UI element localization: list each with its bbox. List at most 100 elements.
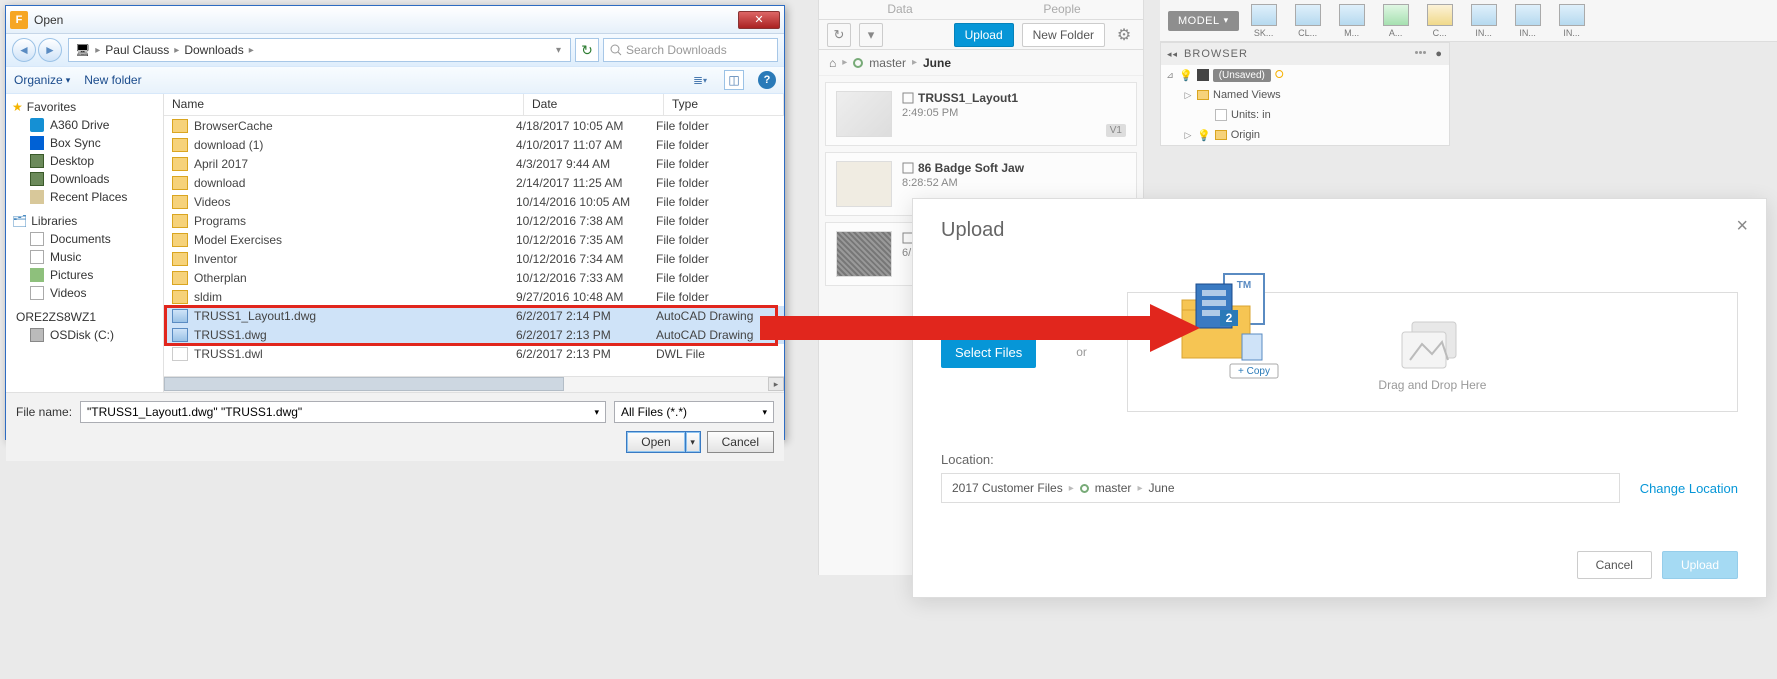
breadcrumb-june[interactable]: June bbox=[923, 56, 951, 70]
breadcrumb-item[interactable]: Paul Clauss bbox=[105, 43, 169, 57]
browser-root[interactable]: ⊿💡(Unsaved)⭘ bbox=[1161, 65, 1449, 85]
file-type: File folder bbox=[656, 157, 776, 171]
sidebar-item-boxsync[interactable]: Box Sync bbox=[6, 134, 163, 152]
browser-header[interactable]: ◂◂BROWSER ● bbox=[1161, 43, 1449, 65]
upload-button[interactable]: Upload bbox=[954, 23, 1014, 47]
search-input[interactable]: Search Downloads bbox=[603, 38, 778, 62]
toolbar-insert[interactable]: IN... bbox=[1509, 4, 1547, 38]
toolbar-construct[interactable]: C... bbox=[1421, 4, 1459, 38]
file-row[interactable]: TRUSS1.dwl 6/2/2017 2:13 PM DWL File bbox=[164, 344, 784, 363]
drop-zone[interactable]: Drag and Drop Here bbox=[1127, 292, 1738, 412]
sidebar-libraries-header[interactable]: 🗂Libraries bbox=[6, 212, 163, 230]
tab-people[interactable]: People bbox=[981, 0, 1143, 19]
sidebar-favorites-header[interactable]: ★Favorites bbox=[6, 98, 163, 116]
sidebar-item-documents[interactable]: Documents bbox=[6, 230, 163, 248]
sort-icon[interactable]: ▾ bbox=[859, 23, 883, 47]
toolbar-assemble[interactable]: A... bbox=[1377, 4, 1415, 38]
file-type: DWL File bbox=[656, 347, 776, 361]
new-folder-button[interactable]: New Folder bbox=[1022, 23, 1105, 47]
open-dropdown[interactable]: ▾ bbox=[685, 431, 701, 453]
new-folder-button[interactable]: New folder bbox=[84, 73, 141, 87]
sidebar-item-a360[interactable]: A360 Drive bbox=[6, 116, 163, 134]
browser-units[interactable]: Units: in bbox=[1161, 105, 1449, 125]
navbar: ◄ ► 🖥 ▸ Paul Clauss ▸ Downloads ▸ ▾ ↻ Se… bbox=[6, 34, 784, 66]
toolbar-modify[interactable]: M... bbox=[1333, 4, 1371, 38]
column-type[interactable]: Type bbox=[664, 94, 784, 115]
file-row[interactable]: Inventor 10/12/2016 7:34 AM File folder bbox=[164, 249, 784, 268]
sidebar-item-videos[interactable]: Videos bbox=[6, 284, 163, 302]
column-name[interactable]: Name bbox=[164, 94, 524, 115]
close-icon[interactable]: × bbox=[1736, 215, 1748, 238]
file-row[interactable]: BrowserCache 4/18/2017 10:05 AM File fol… bbox=[164, 116, 784, 135]
file-filter-dropdown[interactable]: All Files (*.*)▾ bbox=[614, 401, 774, 423]
sidebar-item-desktop[interactable]: Desktop bbox=[6, 152, 163, 170]
toolbar-sketch[interactable]: SK... bbox=[1245, 4, 1283, 38]
file-row[interactable]: TRUSS1.dwg 6/2/2017 2:13 PM AutoCAD Draw… bbox=[164, 325, 784, 344]
sidebar-item-recent[interactable]: Recent Places bbox=[6, 188, 163, 206]
cancel-button[interactable]: Cancel bbox=[707, 431, 774, 453]
model-workspace-dropdown[interactable]: MODEL▾ bbox=[1168, 11, 1239, 31]
file-row[interactable]: sldim 9/27/2016 10:48 AM File folder bbox=[164, 287, 784, 306]
toolbar-create[interactable]: CL... bbox=[1289, 4, 1327, 38]
scroll-thumb[interactable] bbox=[164, 377, 564, 391]
data-panel-item[interactable]: TRUSS1_Layout1 2:49:05 PM V1 bbox=[825, 82, 1137, 146]
file-list[interactable]: BrowserCache 4/18/2017 10:05 AM File fol… bbox=[164, 116, 784, 376]
file-row[interactable]: download (1) 4/10/2017 11:07 AM File fol… bbox=[164, 135, 784, 154]
file-row[interactable]: TRUSS1_Layout1.dwg 6/2/2017 2:14 PM Auto… bbox=[164, 306, 784, 325]
help-button[interactable]: ? bbox=[758, 71, 776, 89]
branch-icon bbox=[853, 58, 863, 68]
collapse-icon[interactable]: ● bbox=[1435, 48, 1443, 60]
breadcrumb-item[interactable]: Downloads bbox=[184, 43, 243, 57]
filename-input[interactable]: "TRUSS1_Layout1.dwg" "TRUSS1.dwg"▾ bbox=[80, 401, 606, 423]
chevron-down-icon[interactable]: ▾ bbox=[556, 45, 561, 56]
file-row[interactable]: Otherplan 10/12/2016 7:33 AM File folder bbox=[164, 268, 784, 287]
close-button[interactable]: ✕ bbox=[738, 11, 780, 29]
sidebar-item-pictures[interactable]: Pictures bbox=[6, 266, 163, 284]
scroll-right-arrow[interactable]: ▸ bbox=[768, 377, 784, 391]
file-row[interactable]: Videos 10/14/2016 10:05 AM File folder bbox=[164, 192, 784, 211]
views-button[interactable]: ≣ ▾ bbox=[690, 70, 710, 90]
file-icon bbox=[172, 347, 188, 361]
browser-origin[interactable]: ▷💡Origin bbox=[1161, 125, 1449, 145]
file-row[interactable]: Programs 10/12/2016 7:38 AM File folder bbox=[164, 211, 784, 230]
toolbar-inspect[interactable]: IN... bbox=[1465, 4, 1503, 38]
tab-data[interactable]: Data bbox=[819, 0, 981, 19]
file-row[interactable]: April 2017 4/3/2017 9:44 AM File folder bbox=[164, 154, 784, 173]
data-panel-tabs: Data People bbox=[819, 0, 1143, 20]
browser-named-views[interactable]: ▷Named Views bbox=[1161, 85, 1449, 105]
refresh-icon[interactable]: ↻ bbox=[827, 23, 851, 47]
change-location-link[interactable]: Change Location bbox=[1640, 481, 1738, 496]
breadcrumb-bar[interactable]: 🖥 ▸ Paul Clauss ▸ Downloads ▸ ▾ bbox=[68, 38, 571, 62]
folder-icon bbox=[172, 233, 188, 247]
back-button[interactable]: ◄ bbox=[12, 38, 36, 62]
file-name: Programs bbox=[194, 214, 516, 228]
refresh-button[interactable]: ↻ bbox=[575, 38, 599, 62]
settings-icon[interactable]: ⚙ bbox=[1113, 24, 1135, 46]
column-date[interactable]: Date bbox=[524, 94, 664, 115]
upload-submit-button[interactable]: Upload bbox=[1662, 551, 1738, 579]
file-name: Otherplan bbox=[194, 271, 516, 285]
horizontal-scrollbar[interactable]: ▸ bbox=[164, 376, 784, 392]
sidebar-computer-header[interactable]: ORE2ZS8WZ1 bbox=[6, 308, 163, 326]
upload-cancel-button[interactable]: Cancel bbox=[1577, 551, 1652, 579]
select-files-button[interactable]: Select Files bbox=[941, 336, 1036, 368]
file-list-header[interactable]: Name Date Type bbox=[164, 94, 784, 116]
open-button[interactable]: Open bbox=[626, 431, 684, 453]
file-type: File folder bbox=[656, 271, 776, 285]
file-date: 4/18/2017 10:05 AM bbox=[516, 119, 656, 133]
organize-menu[interactable]: Organize▾ bbox=[14, 73, 70, 87]
file-row[interactable]: download 2/14/2017 11:25 AM File folder bbox=[164, 173, 784, 192]
breadcrumb-master[interactable]: master bbox=[869, 56, 906, 70]
location-path[interactable]: 2017 Customer Files▸ master▸ June bbox=[941, 473, 1620, 503]
preview-pane-button[interactable]: ◫ bbox=[724, 70, 744, 90]
forward-button[interactable]: ► bbox=[38, 38, 62, 62]
sidebar-item-osdisk[interactable]: OSDisk (C:) bbox=[6, 326, 163, 344]
titlebar[interactable]: F Open ✕ bbox=[6, 6, 784, 34]
data-panel-breadcrumb[interactable]: ⌂▸ master▸ June bbox=[819, 50, 1143, 76]
fusion-app-icon: F bbox=[10, 11, 28, 29]
home-icon[interactable]: ⌂ bbox=[829, 56, 836, 70]
file-row[interactable]: Model Exercises 10/12/2016 7:35 AM File … bbox=[164, 230, 784, 249]
sidebar-item-music[interactable]: Music bbox=[6, 248, 163, 266]
toolbar-addins[interactable]: IN... bbox=[1553, 4, 1591, 38]
sidebar-item-downloads[interactable]: Downloads bbox=[6, 170, 163, 188]
